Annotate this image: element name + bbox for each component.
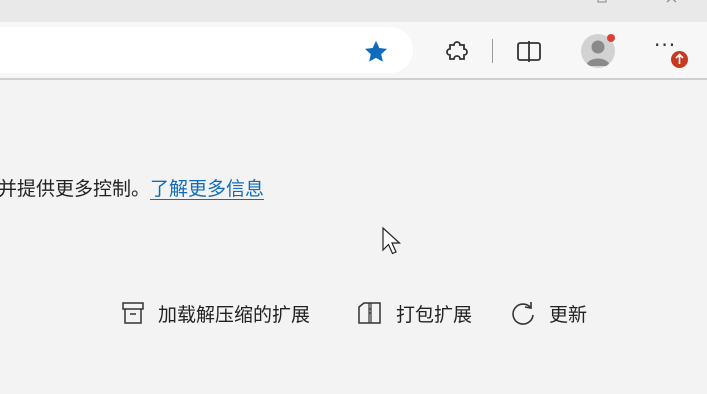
mouse-cursor-icon: [382, 226, 402, 255]
split-screen-icon[interactable]: [511, 33, 547, 69]
update-badge: [671, 51, 688, 68]
title-bar: [0, 0, 707, 22]
refresh-icon: [512, 302, 534, 325]
pack-extension-button[interactable]: 打包扩展: [356, 298, 472, 328]
address-bar[interactable]: [0, 27, 413, 73]
archive-box-icon: [122, 302, 144, 324]
load-unpacked-button[interactable]: 加载解压缩的扩展: [120, 298, 310, 328]
toolbar-divider: [492, 39, 493, 63]
update-button[interactable]: 更新: [509, 298, 587, 328]
pack-extension-label: 打包扩展: [396, 303, 473, 326]
arrow-up-icon: [675, 53, 684, 64]
load-unpacked-label: 加载解压缩的扩展: [158, 303, 311, 326]
close-window-icon[interactable]: [664, 0, 684, 10]
info-text-body: 并提供更多控制。: [0, 178, 151, 200]
update-label: 更新: [549, 303, 588, 326]
favorite-star-icon[interactable]: [362, 38, 390, 66]
profile-notification-dot: [607, 34, 615, 42]
restore-window-icon[interactable]: [596, 0, 616, 10]
info-text: 并提供更多控制。了解更多信息: [0, 174, 264, 201]
learn-more-link[interactable]: 了解更多信息: [150, 178, 264, 200]
package-icon: [358, 302, 381, 324]
extensions-icon[interactable]: [439, 33, 475, 69]
